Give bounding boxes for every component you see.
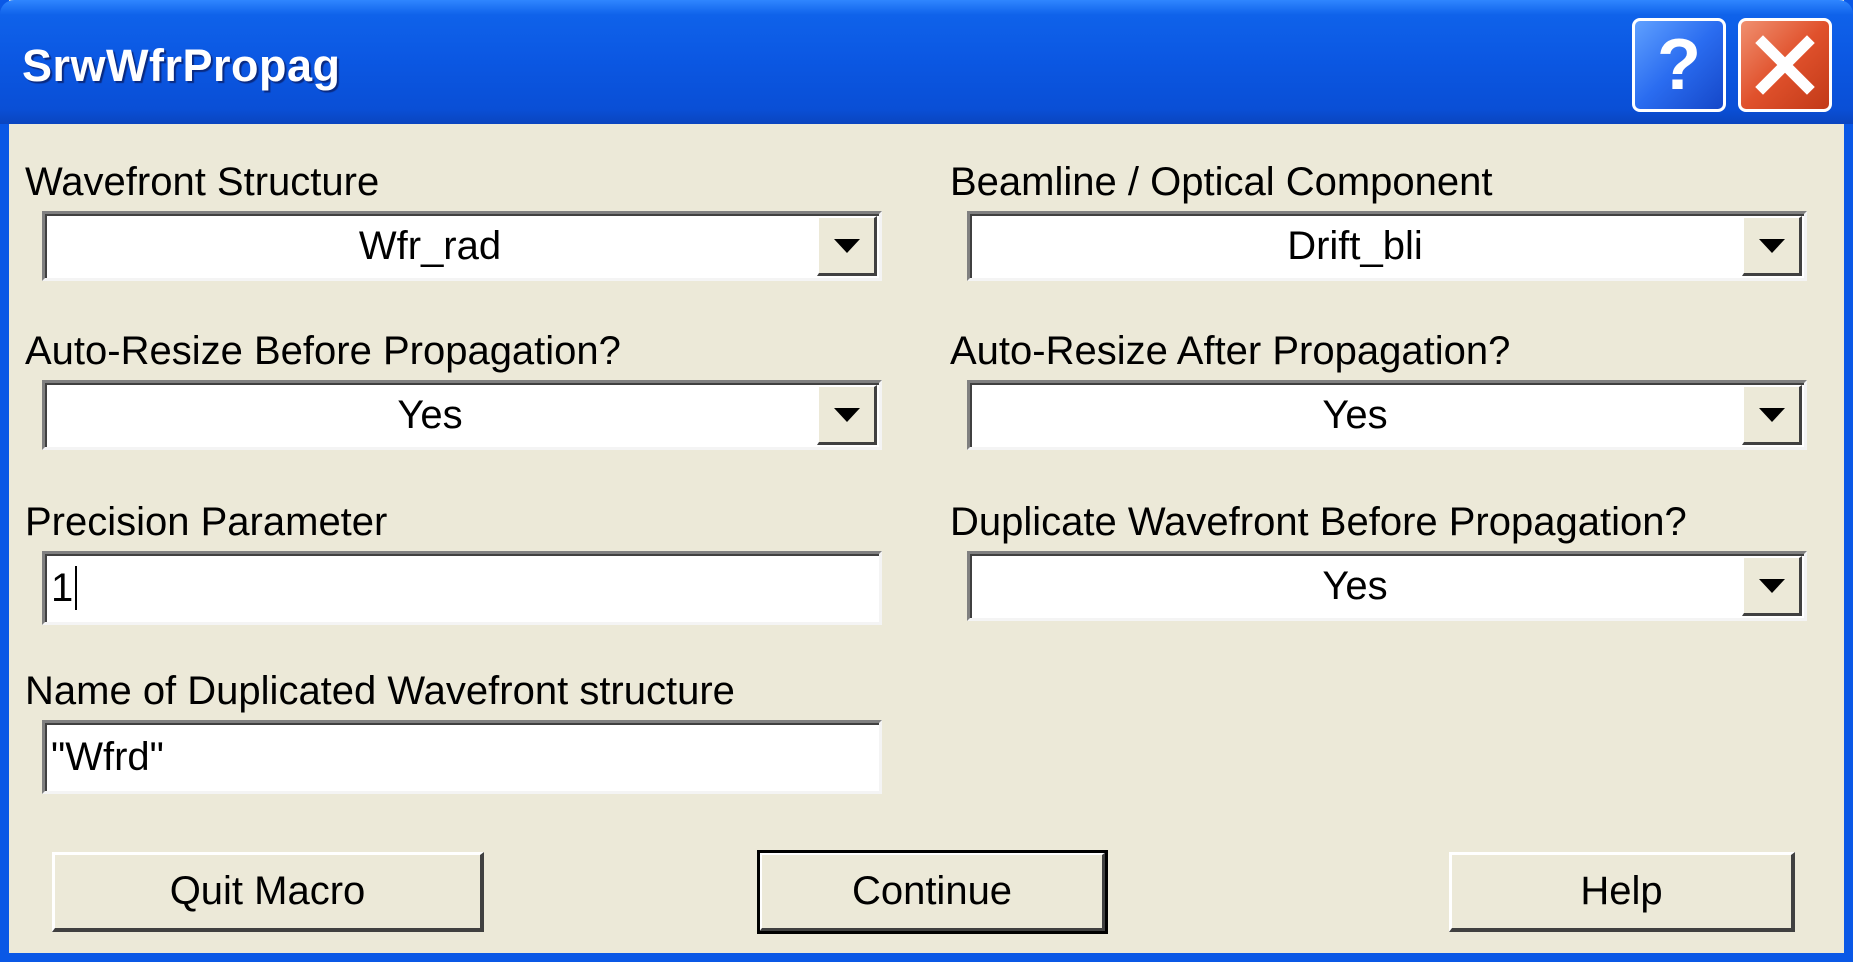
precision-label: Precision Parameter xyxy=(25,500,388,544)
close-icon xyxy=(1755,35,1815,95)
duplicate-value: Yes xyxy=(1322,563,1388,608)
title-help-button[interactable]: ? xyxy=(1632,18,1726,112)
wavefront-structure-label: Wavefront Structure xyxy=(25,160,380,204)
chevron-down-icon xyxy=(1758,407,1785,422)
duplicate-dropdown-button[interactable] xyxy=(1742,556,1802,616)
optical-component-dropdown-button[interactable] xyxy=(1742,216,1802,276)
resize-before-label: Auto-Resize Before Propagation? xyxy=(25,329,621,373)
wavefront-structure-select[interactable]: Wfr_rad xyxy=(42,211,882,281)
continue-button[interactable]: Continue xyxy=(757,850,1108,934)
duplicate-select[interactable]: Yes xyxy=(967,551,1807,621)
optical-component-label: Beamline / Optical Component xyxy=(950,160,1493,204)
resize-before-select[interactable]: Yes xyxy=(42,380,882,450)
duplicate-name-input[interactable]: "Wfrd" xyxy=(42,720,882,794)
optical-component-value: Drift_bli xyxy=(1287,223,1423,268)
chevron-down-icon xyxy=(833,407,860,422)
title-bar[interactable]: SrwWfrPropag ? xyxy=(0,0,1853,124)
dialog-window xyxy=(0,0,1853,962)
precision-value: 1 xyxy=(51,565,74,610)
resize-after-value: Yes xyxy=(1322,392,1388,437)
resize-before-dropdown-button[interactable] xyxy=(817,385,877,445)
help-button[interactable]: Help xyxy=(1449,852,1795,932)
wavefront-structure-value: Wfr_rad xyxy=(358,223,502,268)
duplicate-name-value: "Wfrd" xyxy=(51,734,164,779)
resize-after-label: Auto-Resize After Propagation? xyxy=(950,329,1511,373)
duplicate-label: Duplicate Wavefront Before Propagation? xyxy=(950,500,1687,544)
resize-after-dropdown-button[interactable] xyxy=(1742,385,1802,445)
window-title: SrwWfrPropag xyxy=(22,40,341,91)
chevron-down-icon xyxy=(1758,578,1785,593)
precision-input[interactable]: 1 xyxy=(42,551,882,625)
wavefront-structure-dropdown-button[interactable] xyxy=(817,216,877,276)
text-caret xyxy=(75,566,78,610)
resize-after-select[interactable]: Yes xyxy=(967,380,1807,450)
chevron-down-icon xyxy=(833,238,860,253)
question-mark-icon: ? xyxy=(1657,25,1701,105)
chevron-down-icon xyxy=(1758,238,1785,253)
duplicate-name-label: Name of Duplicated Wavefront structure xyxy=(25,669,735,713)
close-button[interactable] xyxy=(1738,18,1832,112)
quit-macro-button[interactable]: Quit Macro xyxy=(52,852,484,932)
optical-component-select[interactable]: Drift_bli xyxy=(967,211,1807,281)
resize-before-value: Yes xyxy=(397,392,463,437)
